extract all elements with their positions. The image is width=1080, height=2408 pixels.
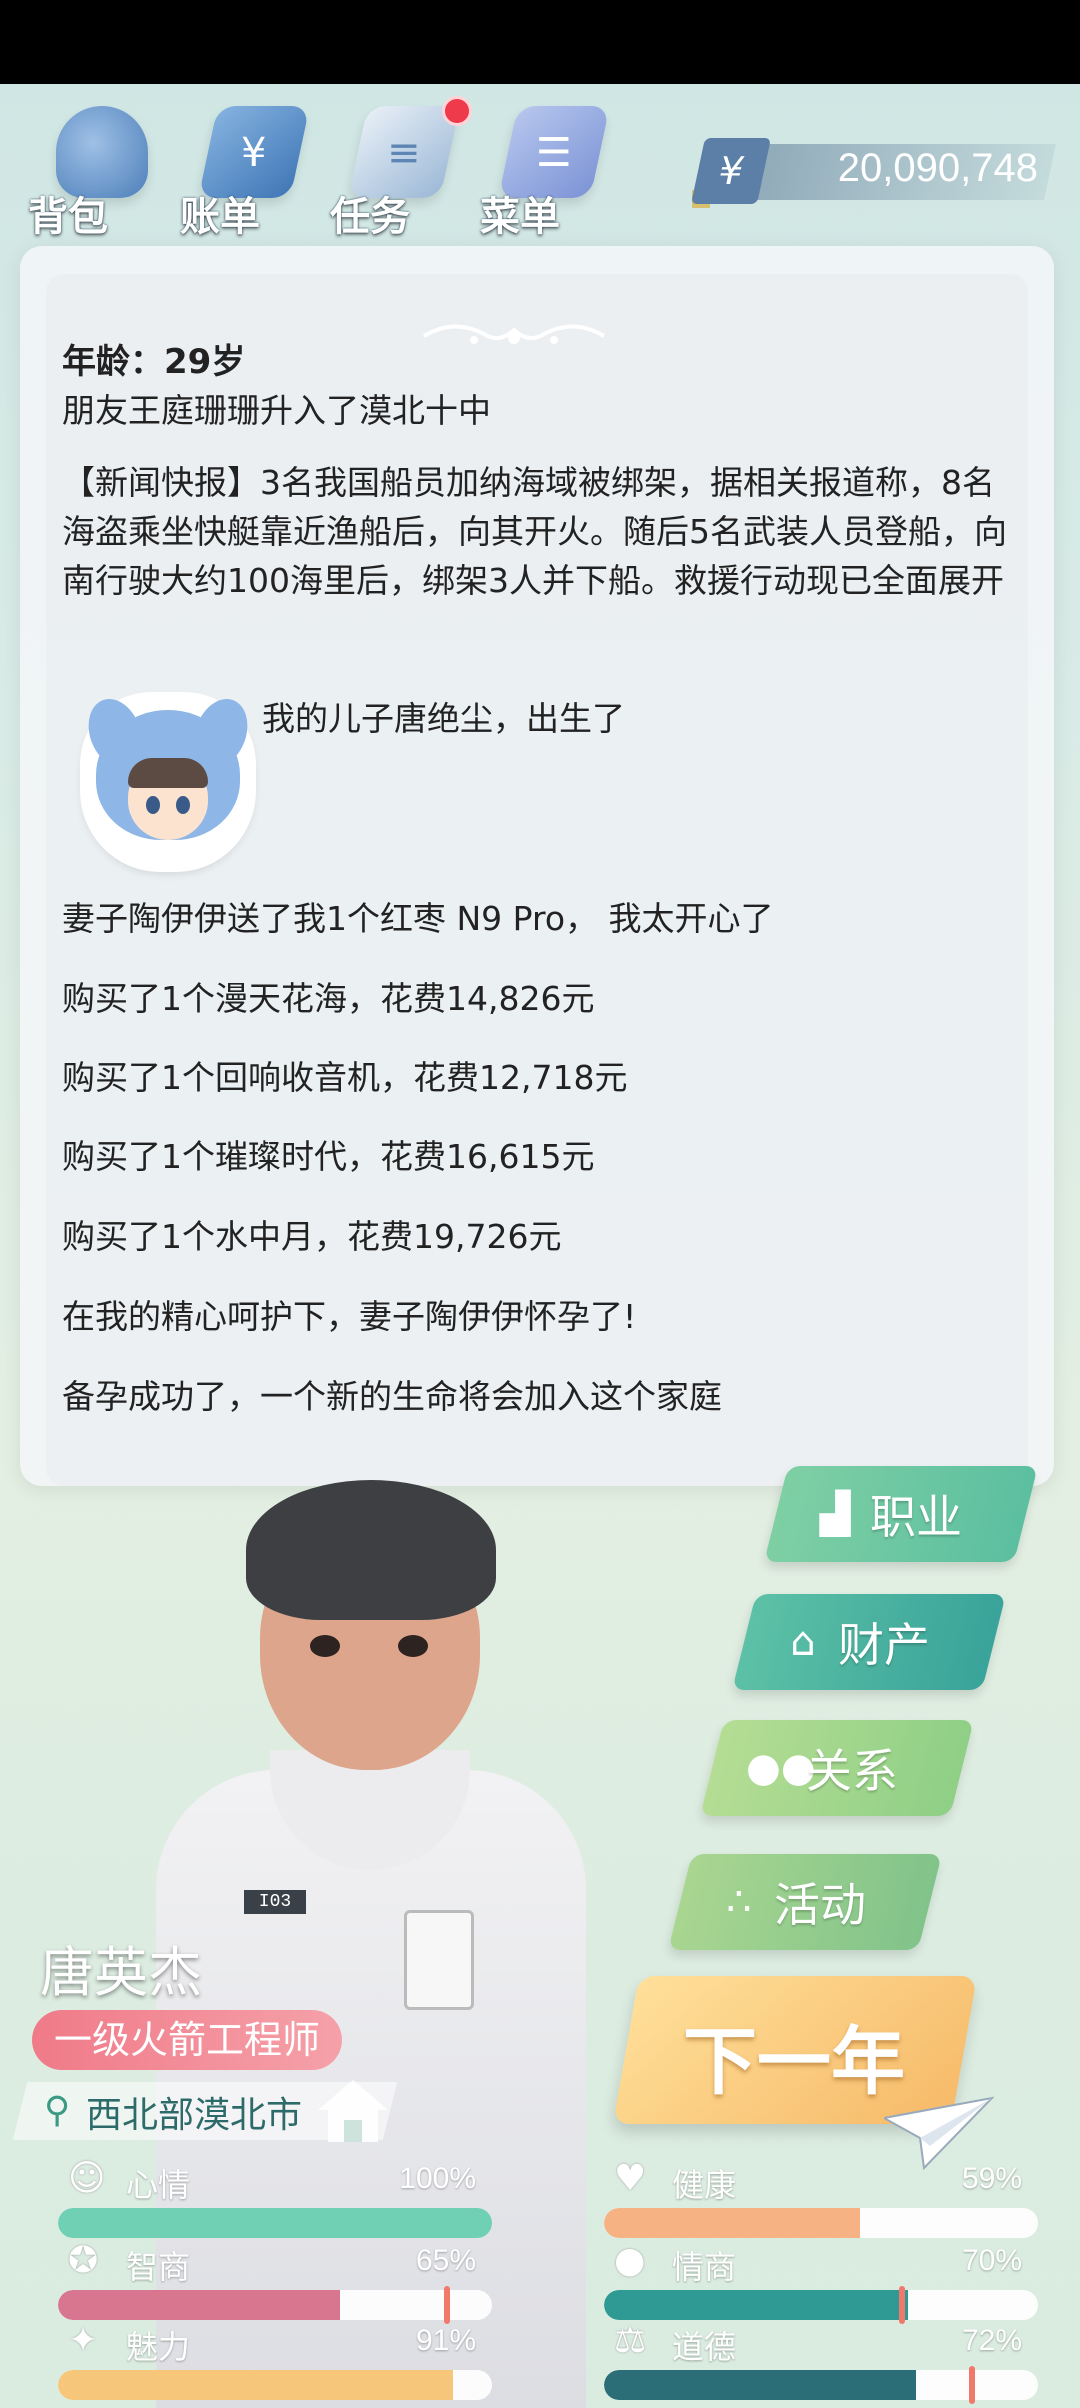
career-button[interactable]: ▟ 职业 bbox=[764, 1466, 1038, 1562]
baby-avatar[interactable] bbox=[79, 691, 257, 868]
stat-track bbox=[58, 2370, 492, 2400]
feed-event: 购买了1个璀璨时代，花费16,615元 bbox=[62, 1137, 595, 1176]
stat-iq: ✪ 智商 65% bbox=[36, 2240, 492, 2324]
bar-chart-icon: ▟ bbox=[819, 1491, 851, 1537]
bill-label: 账单 bbox=[180, 194, 260, 240]
stat-marker bbox=[899, 2286, 906, 2324]
feed-event: 购买了1个回响收音机，花费12,718元 bbox=[62, 1058, 628, 1097]
age-label: 年龄：29岁 bbox=[62, 342, 246, 382]
stat-value: 59% bbox=[961, 2162, 1022, 2195]
feed-event: 妻子陶伊伊送了我1个红枣 N9 Pro， 我太开心了 bbox=[62, 899, 774, 938]
stat-label: 智商 bbox=[126, 2248, 191, 2286]
top-toolbar: 背包 ¥ 账单 ≡ 任务 ☰ 菜单 ¥ 20,090,748 bbox=[0, 90, 1080, 240]
career-label: 职业 bbox=[870, 1490, 962, 1544]
house-icon: ⌂ bbox=[790, 1619, 816, 1665]
stat-track bbox=[604, 2208, 1038, 2238]
property-button[interactable]: ⌂ 财产 bbox=[732, 1594, 1006, 1690]
feed-event: 朋友王庭珊珊升入了漠北十中 bbox=[62, 391, 491, 430]
stat-fill bbox=[58, 2208, 492, 2238]
money-display: ¥ 20,090,748 bbox=[690, 138, 1056, 208]
menu-label: 菜单 bbox=[480, 194, 560, 240]
stat-value: 65% bbox=[415, 2244, 476, 2277]
feed-event: 购买了1个水中月，花费19,726元 bbox=[62, 1217, 562, 1256]
stat-label: 心情 bbox=[126, 2166, 191, 2204]
stat-value: 70% bbox=[961, 2244, 1022, 2277]
scale-icon: ⚖ bbox=[614, 2320, 647, 2361]
bag-label: 背包 bbox=[28, 194, 108, 240]
home-icon[interactable] bbox=[316, 2076, 390, 2146]
baby-hair bbox=[128, 758, 208, 788]
people-icon: ●● bbox=[746, 1745, 816, 1791]
menu-button[interactable]: ☰ 菜单 bbox=[480, 96, 610, 240]
heart-icon: ♥ bbox=[614, 2158, 647, 2199]
stat-morality: ⚖ 道德 72% bbox=[582, 2320, 1038, 2404]
stat-fill bbox=[58, 2370, 453, 2400]
stat-label: 魅力 bbox=[126, 2328, 191, 2366]
feed-event: 我的儿子唐绝尘，出生了 bbox=[262, 699, 625, 738]
stat-health: ♥ 健康 59% bbox=[582, 2158, 1038, 2242]
stat-label: 健康 bbox=[672, 2166, 737, 2204]
stat-fill bbox=[604, 2370, 917, 2400]
activity-button[interactable]: ∴ 活动 bbox=[668, 1854, 942, 1950]
activity-label: 活动 bbox=[774, 1878, 866, 1932]
character-eye-left bbox=[310, 1635, 340, 1657]
stat-value: 91% bbox=[415, 2324, 476, 2357]
relation-button[interactable]: ●● 关系 bbox=[700, 1720, 974, 1816]
character-hair bbox=[246, 1480, 496, 1620]
feed-event: 在我的精心呵护下，妻子陶伊伊怀孕了! bbox=[62, 1297, 637, 1336]
baby-eye-right bbox=[176, 796, 190, 814]
stat-fill bbox=[58, 2290, 341, 2320]
stat-label: 道德 bbox=[672, 2328, 737, 2366]
stat-marker bbox=[444, 2286, 451, 2324]
bill-button[interactable]: ¥ 账单 bbox=[180, 96, 310, 240]
status-bar bbox=[0, 0, 1080, 84]
coat-badge: I03 bbox=[244, 1890, 306, 1914]
stat-fill bbox=[604, 2290, 908, 2320]
stat-label: 情商 bbox=[672, 2248, 737, 2286]
id-card bbox=[404, 1910, 474, 2010]
task-label: 任务 bbox=[330, 194, 410, 240]
apple-icon: ● bbox=[614, 2240, 646, 2281]
smile-icon: ☺ bbox=[68, 2158, 106, 2199]
feed-event: 备孕成功了，一个新的生命将会加入这个家庭 bbox=[62, 1377, 722, 1416]
feed-event: 购买了1个漫天花海，花费14,826元 bbox=[62, 979, 595, 1018]
stat-track bbox=[58, 2208, 492, 2238]
stats-panel: ☺ 心情 100% ♥ 健康 59% ✪ 智商 65% ● 情商 70% ✦ 魅… bbox=[36, 2158, 1046, 2408]
money-amount: 20,090,748 bbox=[837, 146, 1038, 190]
stat-track bbox=[58, 2290, 492, 2320]
bag-button[interactable]: 背包 bbox=[28, 96, 158, 240]
yen-icon: ¥ bbox=[690, 138, 772, 204]
stat-charm: ✦ 魅力 91% bbox=[36, 2320, 492, 2404]
bulb-icon: ✪ bbox=[68, 2240, 99, 2281]
sparkle-icon: ✦ bbox=[68, 2320, 99, 2361]
stat-fill bbox=[604, 2208, 861, 2238]
stat-mood: ☺ 心情 100% bbox=[36, 2158, 492, 2242]
property-label: 财产 bbox=[838, 1618, 930, 1672]
ornament-divider bbox=[422, 324, 606, 344]
character-eye-right bbox=[398, 1635, 428, 1657]
relation-label: 关系 bbox=[806, 1744, 898, 1798]
baby-eye-left bbox=[146, 796, 160, 814]
stat-value: 72% bbox=[961, 2324, 1022, 2357]
task-button[interactable]: ≡ 任务 bbox=[330, 96, 472, 240]
player-name: 唐英杰 bbox=[40, 1941, 202, 2004]
notification-badge bbox=[442, 96, 472, 126]
dots-icon: ∴ bbox=[726, 1879, 752, 1925]
stat-value: 100% bbox=[399, 2162, 476, 2195]
stat-track bbox=[604, 2290, 1038, 2320]
location-label[interactable]: 西北部漠北市 bbox=[86, 2086, 302, 2138]
stat-eq: ● 情商 70% bbox=[582, 2240, 1038, 2324]
news-flash: 【新闻快报】3名我国船员加纳海域被绑架，据相关报道称，8名海盗乘坐快艇靠近渔船后… bbox=[62, 463, 1007, 600]
stat-marker bbox=[968, 2366, 975, 2404]
location-pin-icon: ⚲ bbox=[44, 2090, 71, 2131]
job-title-badge: 一级火箭工程师 bbox=[32, 2010, 343, 2070]
